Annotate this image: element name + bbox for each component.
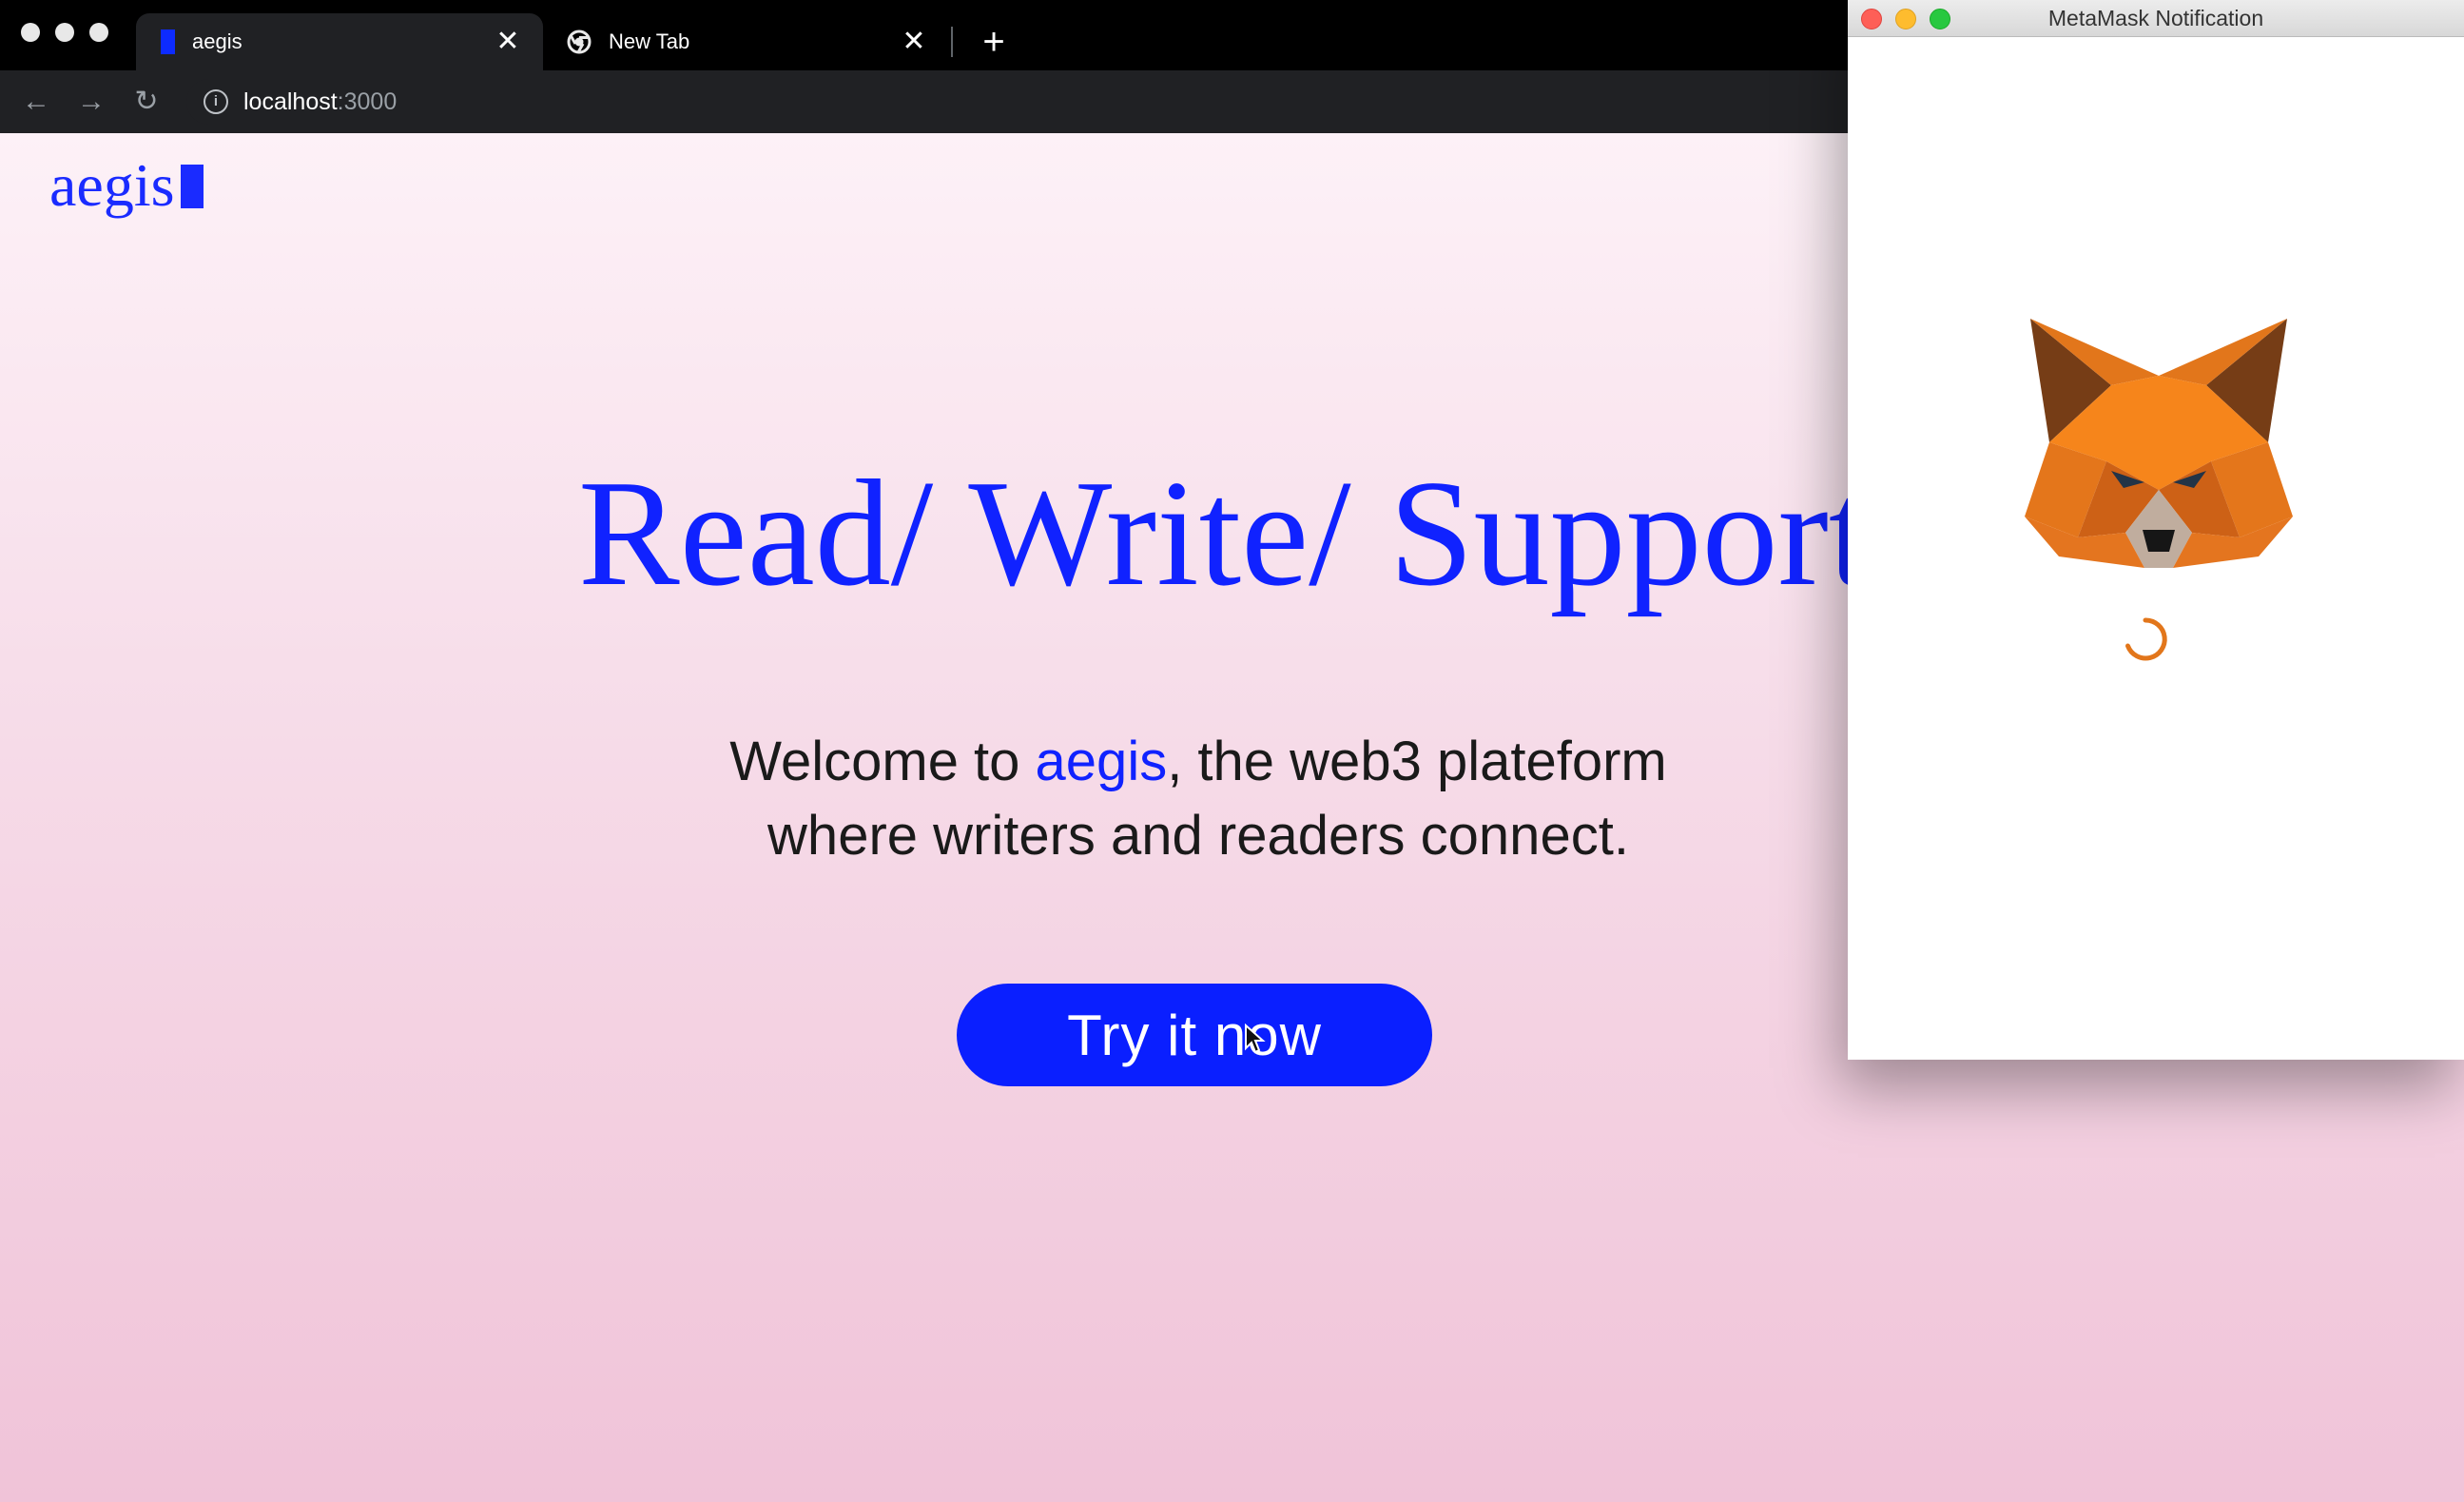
close-icon[interactable]: ✕ (900, 28, 928, 56)
tab-title: aegis (192, 29, 243, 53)
tab-title: New Tab (609, 29, 690, 53)
forward-arrow-icon[interactable]: → (72, 86, 110, 118)
logo-text: aegis (49, 151, 175, 219)
close-icon[interactable]: ✕ (494, 28, 522, 56)
aegis-favicon-icon (161, 29, 175, 54)
metamask-fox-icon (2025, 319, 2293, 568)
reload-icon[interactable]: ↻ (127, 86, 165, 118)
hero-title: Read/ Write/ Support (578, 448, 1872, 617)
new-tab-button[interactable]: + (973, 21, 1015, 63)
brand-name: aegis (1035, 731, 1168, 792)
chrome-icon (567, 29, 592, 54)
loading-spinner-icon (2125, 617, 2167, 661)
welcome-line-1: Welcome to aegis, the web3 plateform (729, 731, 1667, 792)
mouse-cursor-icon (1245, 1024, 1266, 1054)
tab-aegis[interactable]: aegis ✕ (136, 13, 543, 70)
window-zoom-dot[interactable] (89, 23, 108, 42)
popup-titlebar: MetaMask Notification (1848, 0, 2464, 37)
tab-new-tab[interactable]: New Tab ✕ (546, 13, 949, 70)
try-it-now-button[interactable]: Try it now (957, 984, 1432, 1086)
tab-separator (951, 27, 953, 57)
popup-title: MetaMask Notification (2047, 6, 2264, 30)
welcome-line-2: where writers and readers connect. (767, 805, 1629, 867)
window-minimize-dot[interactable] (55, 23, 74, 42)
logo-cursor-block (180, 165, 204, 208)
welcome-text: Welcome to aegis, the web3 plateform whe… (590, 725, 1807, 873)
info-icon[interactable]: i (204, 89, 228, 114)
window-close-dot[interactable] (21, 23, 40, 42)
back-arrow-icon[interactable]: ← (17, 86, 55, 118)
url-text: localhost:3000 (243, 88, 398, 115)
site-logo[interactable]: aegis (49, 150, 204, 221)
metamask-popup: MetaMask Notification (1848, 0, 2464, 1060)
